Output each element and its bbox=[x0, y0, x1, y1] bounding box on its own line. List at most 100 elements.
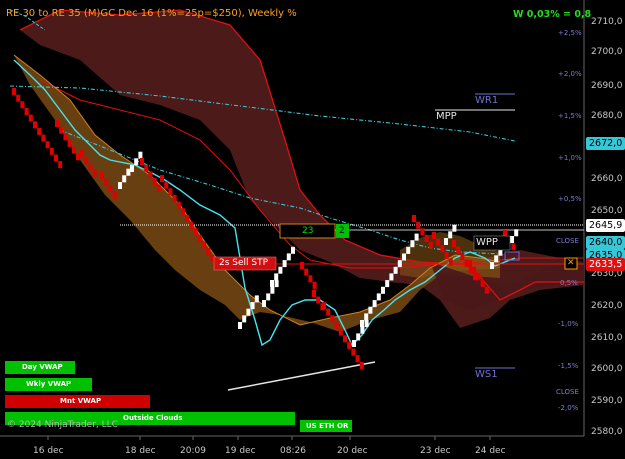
sell-stop-label: 2s Sell STP bbox=[219, 258, 269, 268]
price-label: 2580,0 bbox=[591, 427, 623, 437]
up-brick bbox=[130, 165, 134, 172]
up-brick bbox=[356, 333, 361, 341]
time-label: 16 dec bbox=[33, 446, 64, 456]
down-brick bbox=[172, 194, 177, 202]
down-brick bbox=[343, 335, 347, 343]
down-brick bbox=[420, 228, 425, 236]
down-brick bbox=[58, 161, 63, 169]
pct-label: -1,5% bbox=[558, 362, 579, 370]
time-label: 24 dec bbox=[475, 446, 506, 456]
up-brick bbox=[376, 293, 381, 301]
down-brick bbox=[16, 94, 21, 102]
down-brick bbox=[67, 139, 72, 147]
down-brick bbox=[20, 101, 25, 109]
up-brick bbox=[286, 253, 291, 261]
weekly-stat: W 0,03% = 0,8 bbox=[513, 9, 592, 20]
time-label: 19 dec bbox=[225, 446, 256, 456]
down-brick bbox=[359, 361, 364, 369]
down-brick bbox=[176, 201, 181, 209]
down-brick bbox=[37, 127, 42, 135]
down-brick bbox=[322, 302, 326, 309]
up-brick bbox=[444, 238, 448, 245]
down-brick bbox=[156, 184, 161, 192]
price-label: 2610,0 bbox=[591, 333, 623, 343]
down-brick bbox=[80, 150, 84, 157]
up-brick bbox=[360, 326, 365, 334]
pct-label: 0,5% bbox=[560, 279, 578, 287]
down-brick bbox=[347, 341, 352, 349]
down-brick bbox=[312, 281, 317, 289]
down-brick bbox=[432, 232, 436, 239]
up-brick bbox=[274, 273, 279, 281]
sell-price-tag: 2633,5 bbox=[586, 258, 625, 271]
down-brick bbox=[334, 321, 339, 329]
counter-label: 23 bbox=[302, 226, 314, 236]
down-brick bbox=[484, 286, 489, 294]
up-brick bbox=[278, 266, 283, 274]
down-brick bbox=[63, 133, 68, 141]
up-brick bbox=[282, 260, 287, 268]
up-brick bbox=[514, 229, 519, 237]
price-label: 2660,0 bbox=[591, 174, 623, 184]
time-label: 23 dec bbox=[420, 446, 451, 456]
down-brick bbox=[54, 154, 58, 162]
down-brick bbox=[202, 241, 206, 249]
up-brick bbox=[385, 280, 390, 288]
down-brick bbox=[59, 126, 64, 134]
down-brick bbox=[338, 328, 343, 336]
pct-close-label: CLOSE bbox=[556, 388, 579, 396]
time-axis-ticks bbox=[47, 436, 491, 440]
up-brick bbox=[448, 231, 453, 239]
mpp-label: MPP bbox=[436, 111, 457, 122]
down-brick bbox=[185, 214, 190, 222]
up-brick bbox=[134, 158, 139, 166]
up-brick bbox=[372, 300, 377, 308]
down-brick bbox=[164, 181, 169, 189]
up-brick bbox=[364, 320, 369, 328]
down-brick bbox=[460, 253, 465, 261]
mnt-vwap-bar: Mnt VWAP bbox=[5, 395, 150, 408]
down-brick bbox=[181, 208, 185, 216]
wkly-vwap-bar: Wkly VWAP bbox=[5, 378, 92, 391]
time-label: 18 dec bbox=[125, 446, 156, 456]
down-brick bbox=[456, 246, 461, 254]
up-brick bbox=[270, 280, 274, 287]
pct-label: +1,0% bbox=[558, 154, 582, 162]
up-brick bbox=[246, 308, 251, 316]
up-brick bbox=[452, 224, 457, 232]
down-brick bbox=[511, 243, 516, 251]
up-brick bbox=[368, 306, 373, 314]
down-brick bbox=[33, 121, 37, 129]
up-brick bbox=[397, 260, 402, 268]
down-brick bbox=[100, 172, 104, 179]
down-brick bbox=[300, 262, 304, 269]
up-brick bbox=[250, 302, 255, 310]
down-brick bbox=[45, 141, 50, 149]
down-brick bbox=[304, 268, 309, 276]
down-brick bbox=[428, 241, 433, 249]
up-brick bbox=[254, 295, 259, 303]
down-brick bbox=[88, 163, 93, 171]
day-vwap-bar: Day VWAP bbox=[5, 361, 75, 374]
down-brick bbox=[468, 260, 472, 267]
up-brick bbox=[242, 315, 247, 323]
up-brick bbox=[393, 266, 398, 274]
down-brick bbox=[104, 178, 109, 186]
up-brick bbox=[122, 175, 127, 183]
price-label: 2710,0 bbox=[591, 17, 623, 27]
up-brick bbox=[238, 322, 242, 329]
price-label: 2600,0 bbox=[591, 364, 623, 374]
time-label: 08:26 bbox=[280, 446, 306, 456]
down-brick bbox=[152, 177, 157, 185]
down-brick bbox=[416, 221, 421, 229]
last-price-tag: 2645,9 bbox=[586, 219, 625, 232]
down-brick bbox=[76, 153, 80, 161]
down-brick bbox=[108, 185, 113, 193]
down-brick bbox=[355, 355, 360, 363]
down-brick bbox=[168, 188, 173, 196]
up-brick bbox=[118, 182, 122, 189]
wr1-label: WR1 bbox=[475, 95, 499, 106]
down-brick bbox=[140, 158, 144, 165]
up-brick bbox=[270, 286, 275, 294]
down-brick bbox=[444, 251, 449, 259]
